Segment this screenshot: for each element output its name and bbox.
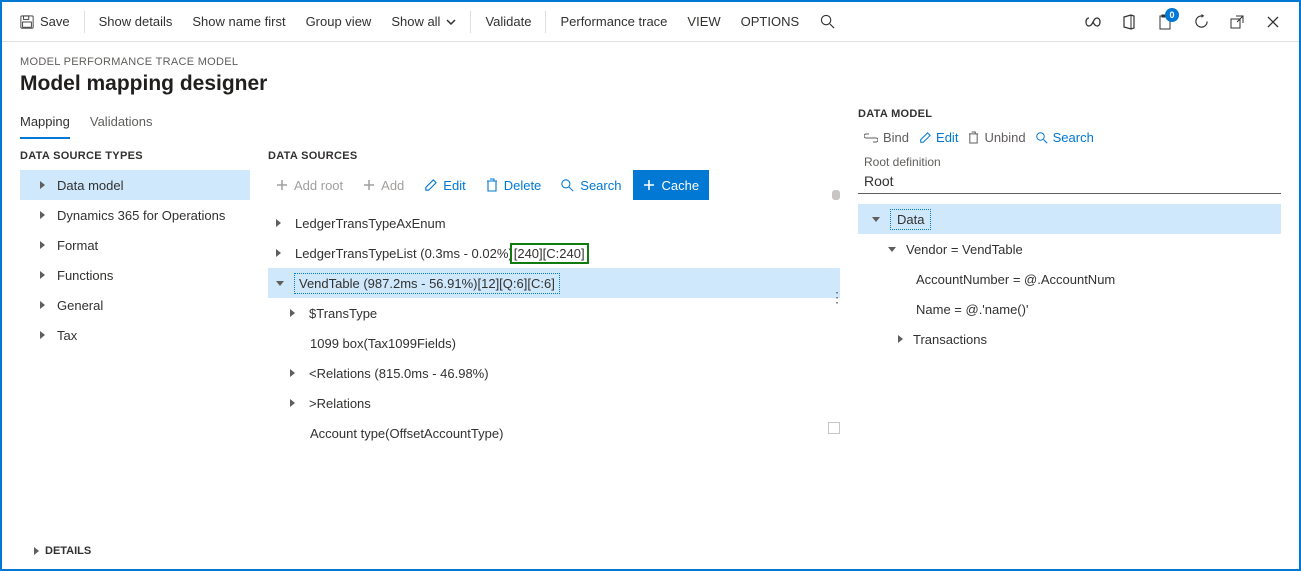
ds-types-header: DATA SOURCE TYPES [20,150,250,162]
separator [470,11,471,33]
chevron-right-icon [290,369,295,377]
chevron-right-icon [40,241,45,249]
scrollbar[interactable] [832,190,840,200]
chevron-right-icon [290,309,295,317]
add-root-button[interactable]: Add root [268,170,351,200]
pencil-icon [424,179,437,192]
ds-type-format[interactable]: Format [20,230,250,260]
root-definition-label: Root definition [858,155,1281,169]
office-button[interactable] [1111,6,1147,38]
plus-icon [643,179,655,191]
chevron-right-icon [40,301,45,309]
notification-badge: 0 [1165,8,1179,22]
search-button[interactable]: Search [553,170,629,200]
tree-ledger-list[interactable]: LedgerTransTypeList (0.3ms - 0.02%)[240]… [268,238,840,268]
dm-header: DATA MODEL [858,108,1281,120]
plus-icon [276,179,288,191]
separator [545,11,546,33]
tree-relations-lt[interactable]: <Relations (815.0ms - 46.98%) [268,358,840,388]
chevron-right-icon [290,399,295,407]
tab-mapping[interactable]: Mapping [20,108,70,139]
chevron-down-icon [872,217,880,222]
link-icon-button[interactable] [1075,6,1111,38]
ds-header: DATA SOURCES [268,150,840,162]
dm-search-button[interactable]: Search [1036,130,1094,145]
chevron-down-icon [888,247,896,252]
chevron-right-icon [40,211,45,219]
page-title: Model mapping designer [20,72,1281,96]
chevron-right-icon [40,181,45,189]
options-button[interactable]: OPTIONS [731,6,810,38]
chevron-right-icon [34,547,39,555]
pencil-icon [919,132,931,144]
chevron-right-icon [276,249,281,257]
tree-relations-gt[interactable]: >Relations [268,388,840,418]
view-button[interactable]: VIEW [677,6,730,38]
scroll-handle[interactable] [828,422,840,434]
notifications-button[interactable]: 0 [1147,6,1183,38]
ds-type-functions[interactable]: Functions [20,260,250,290]
dm-tree-name[interactable]: Name = @.'name()' [858,294,1281,324]
chevron-down-icon [446,19,456,25]
dm-tree-accountnumber[interactable]: AccountNumber = @.AccountNum [858,264,1281,294]
edit-button[interactable]: Edit [416,170,473,200]
chevron-right-icon [276,219,281,227]
unbind-button[interactable]: Unbind [968,130,1025,145]
chevron-right-icon [40,271,45,279]
validate-button[interactable]: Validate [475,6,541,38]
app-toolbar: Save Show details Show name first Group … [2,2,1299,42]
add-button[interactable]: Add [355,170,412,200]
save-label: Save [40,14,70,29]
ds-type-general[interactable]: General [20,290,250,320]
infinity-icon [1085,17,1101,27]
root-definition-value[interactable]: Root [858,169,1281,194]
popout-button[interactable] [1219,6,1255,38]
cache-button[interactable]: Cache [633,170,709,200]
popout-icon [1230,15,1244,29]
chevron-right-icon [898,335,903,343]
search-icon [561,179,574,192]
delete-button[interactable]: Delete [478,170,550,200]
save-button[interactable]: Save [10,6,80,38]
tab-validations[interactable]: Validations [90,108,153,139]
trash-icon [486,178,498,192]
tree-transtype[interactable]: $TransType [268,298,840,328]
show-name-first-button[interactable]: Show name first [182,6,295,38]
plus-icon [363,179,375,191]
refresh-icon [1194,14,1209,29]
trash-icon [968,131,979,144]
save-icon [20,15,34,29]
breadcrumb: MODEL PERFORMANCE TRACE MODEL [20,56,1281,68]
refresh-button[interactable] [1183,6,1219,38]
drag-handle-icon[interactable]: ⋮ [830,295,844,300]
performance-trace-button[interactable]: Performance trace [550,6,677,38]
dm-tree-transactions[interactable]: Transactions [858,324,1281,354]
close-button[interactable] [1255,6,1291,38]
office-icon [1122,14,1136,30]
separator [84,11,85,33]
chevron-right-icon [40,331,45,339]
dm-tree-vendor[interactable]: Vendor = VendTable [858,234,1281,264]
tree-account-type[interactable]: Account type(OffsetAccountType) [268,418,840,448]
link-icon [864,133,878,143]
show-details-button[interactable]: Show details [89,6,183,38]
ds-type-data-model[interactable]: Data model [20,170,250,200]
chevron-down-icon [276,281,284,286]
tree-ledger-ax[interactable]: LedgerTransTypeAxEnum [268,208,840,238]
tree-1099box[interactable]: 1099 box(Tax1099Fields) [268,328,840,358]
search-toolbar-button[interactable] [809,6,845,38]
show-all-dropdown[interactable]: Show all [381,6,466,38]
ds-type-tax[interactable]: Tax [20,320,250,350]
ds-type-d365[interactable]: Dynamics 365 for Operations [20,200,250,230]
search-icon [1036,132,1048,144]
tree-vendtable[interactable]: VendTable (987.2ms - 56.91%)[12][Q:6][C:… [268,268,840,298]
close-icon [1267,16,1279,28]
dm-tree-data[interactable]: Data [858,204,1281,234]
bind-button[interactable]: Bind [864,130,909,145]
details-expander[interactable]: DETAILS [20,545,840,557]
search-icon [820,14,835,29]
cache-stats-marker: [240][C:240] [511,244,588,263]
dm-edit-button[interactable]: Edit [919,130,958,145]
group-view-button[interactable]: Group view [296,6,382,38]
